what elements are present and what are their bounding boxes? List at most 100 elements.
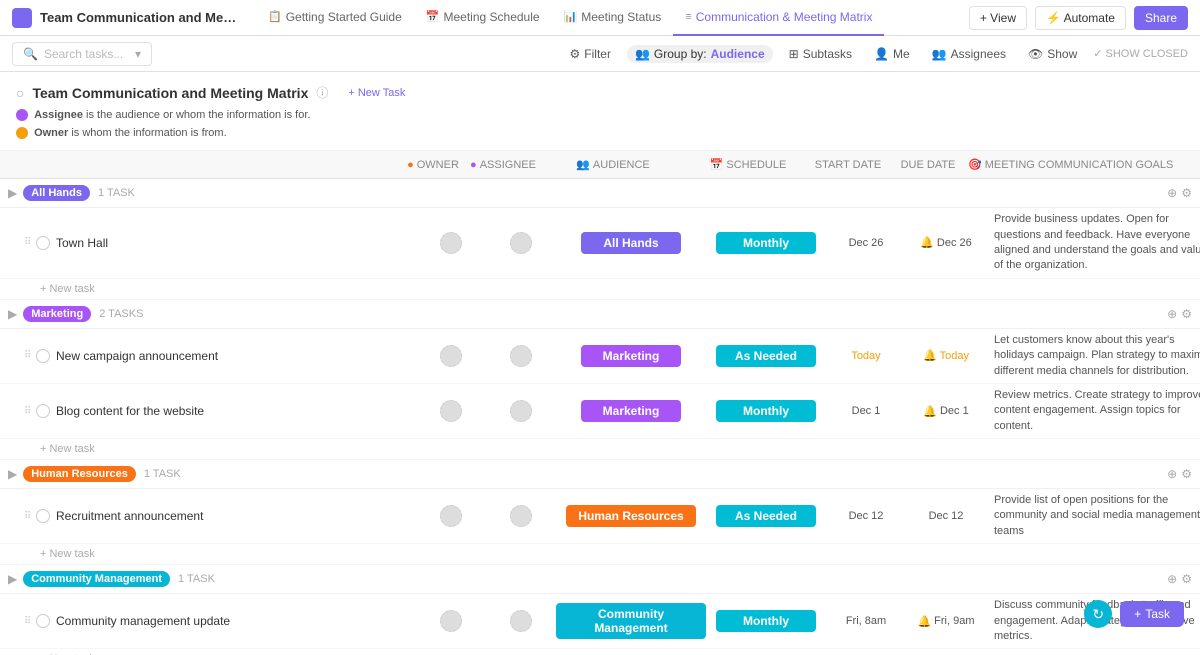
- schedule-tag: As Needed: [716, 505, 816, 527]
- group-collapse-community[interactable]: ▶: [8, 572, 17, 586]
- group-count-community: 1 TASK: [178, 573, 215, 585]
- task-checkbox[interactable]: [36, 404, 50, 418]
- group-by-pill[interactable]: 👥 Group by: Audience: [627, 45, 773, 63]
- assignee-legend-icon: [16, 109, 28, 121]
- goals-col-icon: 🎯: [968, 158, 982, 171]
- task-goals: Review metrics. Create strategy to impro…: [986, 384, 1200, 438]
- tab-icon-getting-started: 📋: [268, 10, 282, 23]
- assignees-button[interactable]: 👥 Assignees: [926, 45, 1012, 63]
- page-header: ○ Team Communication and Meeting Matrix …: [0, 72, 1200, 151]
- fab-sync[interactable]: ↻: [1084, 600, 1112, 628]
- new-task-button[interactable]: + New Task: [340, 85, 413, 101]
- checkmark-icon: ✓: [1093, 47, 1102, 60]
- owner-avatar: [440, 345, 462, 367]
- owner-avatar: [440, 232, 462, 254]
- task-schedule: Monthly: [706, 610, 826, 632]
- drag-handle[interactable]: ⠿: [24, 511, 32, 522]
- drag-handle[interactable]: ⠿: [24, 237, 32, 248]
- task-schedule: As Needed: [706, 505, 826, 527]
- group-add-icon-marketing[interactable]: ⊕: [1167, 307, 1177, 321]
- schedule-tag: Monthly: [716, 610, 816, 632]
- assignee-avatar: [510, 610, 532, 632]
- new-task-row-all-hands[interactable]: + New task: [0, 279, 1200, 300]
- task-due-date: 🔔 Dec 26: [906, 236, 986, 249]
- task-checkbox[interactable]: [36, 509, 50, 523]
- audience-tag: Marketing: [581, 345, 681, 367]
- tab-communication-matrix[interactable]: ≡ Communication & Meeting Matrix: [673, 0, 884, 36]
- group-label-marketing: Marketing: [23, 306, 91, 322]
- new-task-row-hr[interactable]: + New task: [0, 544, 1200, 565]
- task-start-date: Dec 12: [826, 510, 906, 522]
- group-add-icon[interactable]: ⊕: [1167, 186, 1177, 200]
- schedule-tag: As Needed: [716, 345, 816, 367]
- circle-icon: ○: [16, 85, 24, 101]
- task-name: New campaign announcement: [56, 349, 416, 363]
- show-closed[interactable]: ✓ SHOW CLOSED: [1093, 47, 1188, 60]
- group-settings-icon[interactable]: ⚙: [1181, 186, 1192, 200]
- task-start-date: Dec 1: [826, 405, 906, 417]
- task-assignee: [486, 345, 556, 367]
- group-add-icon-hr[interactable]: ⊕: [1167, 467, 1177, 481]
- group-collapse-marketing[interactable]: ▶: [8, 307, 17, 321]
- group-settings-icon-marketing[interactable]: ⚙: [1181, 307, 1192, 321]
- table-container: ● OWNER ● ASSIGNEE 👥 AUDIENCE 📅 SCHEDULE…: [0, 151, 1200, 655]
- task-owner: [416, 505, 486, 527]
- task-owner: [416, 232, 486, 254]
- group-add-icon-community[interactable]: ⊕: [1167, 572, 1177, 586]
- group-settings-icon-hr[interactable]: ⚙: [1181, 467, 1192, 481]
- header-right: + View ⚡ Automate Share: [969, 6, 1188, 30]
- task-due-date: 🔔 Dec 1: [906, 405, 986, 418]
- group-task-col-community: ▶ Community Management 1 TASK: [8, 571, 398, 587]
- tab-icon-status: 📊: [564, 10, 578, 23]
- info-icon: ⓘ: [316, 84, 328, 101]
- filter-icon: ⚙: [570, 47, 581, 61]
- group-collapse-all-hands[interactable]: ▶: [8, 186, 17, 200]
- search-box[interactable]: 🔍 Search tasks... ▾: [12, 42, 152, 66]
- automate-button[interactable]: ⚡ Automate: [1035, 6, 1126, 30]
- me-button[interactable]: 👤 Me: [868, 45, 916, 63]
- task-assignee: [486, 610, 556, 632]
- task-goals: Let customers know about this year's hol…: [986, 329, 1200, 383]
- schedule-tag: Monthly: [716, 400, 816, 422]
- tab-meeting-schedule[interactable]: 📅 Meeting Schedule: [414, 0, 552, 36]
- task-checkbox[interactable]: [36, 614, 50, 628]
- task-goals: Provide business updates. Open for quest…: [986, 208, 1200, 278]
- group-label-all-hands: All Hands: [23, 185, 90, 201]
- task-assignee: [486, 400, 556, 422]
- assignee-col-icon: ●: [470, 159, 477, 171]
- assignee-avatar: [510, 345, 532, 367]
- task-checkbox[interactable]: [36, 349, 50, 363]
- subtasks-icon: ⊞: [789, 47, 799, 61]
- show-button[interactable]: 👁 Show: [1022, 45, 1083, 63]
- filter-button[interactable]: ⚙ Filter: [564, 45, 617, 63]
- group-settings-icon-community[interactable]: ⚙: [1181, 572, 1192, 586]
- due-icon: 🔔: [917, 615, 931, 628]
- group-marketing: ▶ Marketing 2 TASKS ⊕ ⚙: [0, 300, 1200, 329]
- task-audience: Community Management: [556, 603, 706, 639]
- subtasks-button[interactable]: ⊞ Subtasks: [783, 45, 858, 63]
- new-task-row-community[interactable]: + New task: [0, 649, 1200, 655]
- fab-add-task[interactable]: + Task: [1120, 601, 1184, 627]
- task-start-date: Today: [826, 350, 906, 362]
- share-button[interactable]: Share: [1134, 6, 1188, 30]
- group-count-hr: 1 TASK: [144, 468, 181, 480]
- search-dropdown-icon[interactable]: ▾: [135, 47, 141, 61]
- task-due-date: 🔔 Fri, 9am: [906, 615, 986, 628]
- task-checkbox[interactable]: [36, 236, 50, 250]
- group-all-hands: ▶ All Hands 1 TASK ⊕ ⚙: [0, 179, 1200, 208]
- group-task-col-hr: ▶ Human Resources 1 TASK: [8, 466, 398, 482]
- task-goals: Provide list of open positions for the c…: [986, 489, 1200, 543]
- app-logo: [12, 8, 32, 28]
- task-schedule: As Needed: [706, 345, 826, 367]
- view-button[interactable]: + View: [969, 6, 1027, 30]
- new-task-row-marketing[interactable]: + New task: [0, 439, 1200, 460]
- tab-meeting-status[interactable]: 📊 Meeting Status: [552, 0, 674, 36]
- drag-handle[interactable]: ⠿: [24, 616, 32, 627]
- group-collapse-hr[interactable]: ▶: [8, 467, 17, 481]
- col-header-start: START DATE: [808, 159, 888, 171]
- drag-handle[interactable]: ⠿: [24, 350, 32, 361]
- group-label-hr: Human Resources: [23, 466, 136, 482]
- toolbar-right: ⚙ Filter 👥 Group by: Audience ⊞ Subtasks…: [564, 45, 1188, 63]
- drag-handle[interactable]: ⠿: [24, 406, 32, 417]
- tab-getting-started[interactable]: 📋 Getting Started Guide: [256, 0, 414, 36]
